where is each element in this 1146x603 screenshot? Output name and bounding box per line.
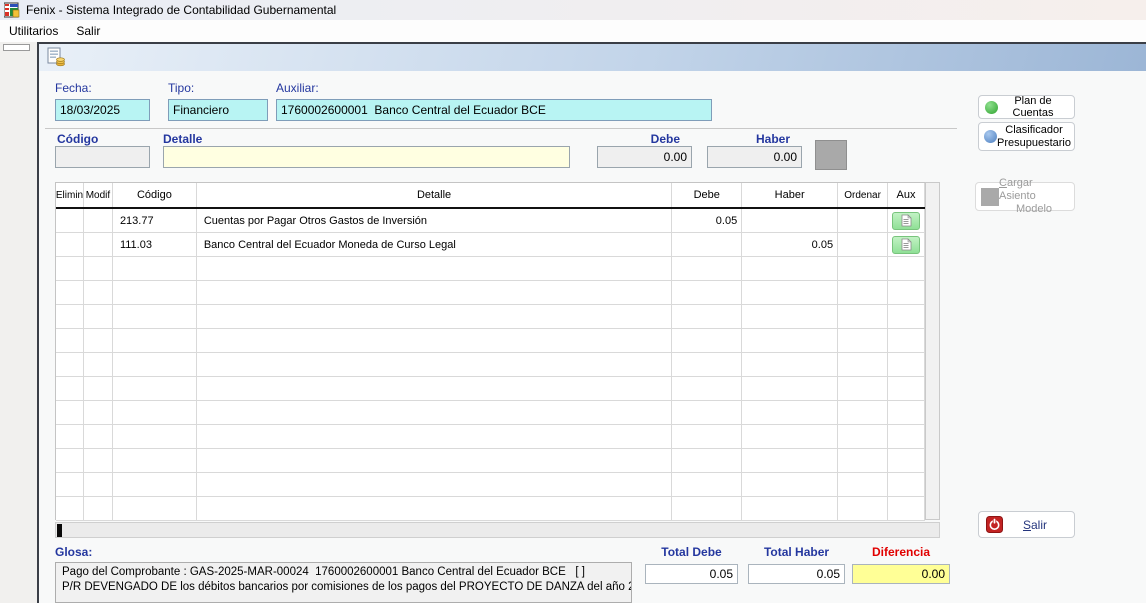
cell-debe: 0.05 bbox=[672, 209, 742, 232]
menu-salir[interactable]: Salir bbox=[67, 20, 109, 42]
haber-entry-label: Haber bbox=[707, 132, 790, 146]
glosa-line-2: P/R DEVENGADO DE los débitos bancarios p… bbox=[62, 580, 625, 595]
title-bar: Fenix - Sistema Integrado de Contabilida… bbox=[0, 0, 1146, 20]
header-debe: Debe bbox=[672, 183, 742, 207]
scrollbar-thumb[interactable] bbox=[57, 524, 62, 537]
glosa-label: Glosa: bbox=[55, 545, 92, 559]
table-row-empty bbox=[56, 425, 925, 449]
cell-aux bbox=[888, 209, 925, 232]
cell-ordenar[interactable] bbox=[838, 209, 888, 232]
codigo-entry-input[interactable] bbox=[55, 146, 150, 168]
left-panel-grip[interactable] bbox=[3, 44, 30, 51]
diferencia-field[interactable] bbox=[852, 564, 950, 584]
tipo-label: Tipo: bbox=[168, 81, 194, 95]
blue-sphere-icon bbox=[984, 130, 997, 143]
detalle-entry-label: Detalle bbox=[163, 132, 202, 146]
cell-codigo: 213.77 bbox=[113, 209, 197, 232]
table-row-empty bbox=[56, 281, 925, 305]
table-row-empty bbox=[56, 449, 925, 473]
menu-bar: Utilitarios Salir bbox=[0, 20, 1146, 42]
header-aux: Aux bbox=[888, 183, 925, 207]
header-ordenar: Ordenar bbox=[838, 183, 888, 207]
green-sphere-icon bbox=[985, 101, 998, 114]
detalle-entry-input[interactable] bbox=[163, 146, 570, 168]
fecha-input[interactable] bbox=[55, 99, 150, 121]
cell-codigo: 111.03 bbox=[113, 233, 197, 256]
plan-de-cuentas-label: Plan de Cuentas bbox=[998, 95, 1068, 119]
form-toolbar bbox=[39, 44, 1146, 71]
power-icon bbox=[986, 516, 1003, 533]
table-row-empty bbox=[56, 329, 925, 353]
entries-grid: Elimin Modif Código Detalle Debe Haber O… bbox=[55, 182, 925, 520]
auxiliar-input[interactable] bbox=[276, 99, 712, 121]
clasificador-presupuestario-button[interactable]: Clasificador Presupuestario bbox=[978, 122, 1075, 151]
aux-button[interactable] bbox=[892, 236, 920, 254]
total-debe-field[interactable] bbox=[645, 564, 738, 584]
haber-entry-input[interactable] bbox=[707, 146, 802, 168]
aux-button[interactable] bbox=[892, 212, 920, 230]
cell-debe bbox=[672, 233, 742, 256]
grid-horizontal-scrollbar[interactable] bbox=[55, 522, 940, 538]
menu-utilitarios[interactable]: Utilitarios bbox=[0, 20, 67, 42]
header-elimin: Elimin bbox=[56, 183, 84, 207]
cell-modif[interactable] bbox=[84, 233, 113, 256]
codigo-entry-label: Código bbox=[57, 132, 98, 146]
cell-haber bbox=[742, 209, 838, 232]
gray-square-icon bbox=[981, 188, 999, 206]
glosa-line-1: Pago del Comprobante : GAS-2025-MAR-0002… bbox=[62, 565, 625, 580]
window-title: Fenix - Sistema Integrado de Contabilida… bbox=[26, 3, 336, 17]
cell-aux bbox=[888, 233, 925, 256]
header-haber: Haber bbox=[742, 183, 838, 207]
form-separator bbox=[45, 128, 957, 129]
glosa-textarea[interactable]: Pago del Comprobante : GAS-2025-MAR-0002… bbox=[55, 562, 632, 603]
table-row-empty bbox=[56, 377, 925, 401]
auxiliar-label: Auxiliar: bbox=[276, 81, 319, 95]
salir-label: Salir bbox=[1003, 518, 1067, 532]
table-row-empty bbox=[56, 353, 925, 377]
table-row-empty bbox=[56, 401, 925, 425]
grid-vertical-scrollbar[interactable] bbox=[925, 182, 940, 520]
table-row[interactable]: 111.03 Banco Central del Ecuador Moneda … bbox=[56, 233, 925, 257]
voucher-form-window: Fecha: Tipo: Auxiliar: Código Detalle De… bbox=[37, 42, 1146, 603]
debe-entry-label: Debe bbox=[597, 132, 680, 146]
diferencia-label: Diferencia bbox=[852, 545, 950, 559]
cargar-asiento-label: Cargar Asiento Modelo bbox=[999, 177, 1069, 216]
table-row-empty bbox=[56, 257, 925, 281]
table-row-empty bbox=[56, 473, 925, 497]
cell-detalle: Banco Central del Ecuador Moneda de Curs… bbox=[197, 233, 672, 256]
debe-entry-input[interactable] bbox=[597, 146, 692, 168]
total-debe-label: Total Debe bbox=[645, 545, 738, 559]
header-modif: Modif bbox=[84, 183, 113, 207]
table-row-empty bbox=[56, 497, 925, 521]
plan-de-cuentas-button[interactable]: Plan de Cuentas bbox=[978, 95, 1075, 119]
cell-elimin[interactable] bbox=[56, 233, 84, 256]
total-haber-field[interactable] bbox=[748, 564, 845, 584]
header-detalle: Detalle bbox=[197, 183, 672, 207]
document-lines-icon bbox=[901, 238, 912, 251]
fecha-label: Fecha: bbox=[55, 81, 92, 95]
cell-elimin[interactable] bbox=[56, 209, 84, 232]
table-row[interactable]: 213.77 Cuentas por Pagar Otros Gastos de… bbox=[56, 209, 925, 233]
cell-detalle: Cuentas por Pagar Otros Gastos de Invers… bbox=[197, 209, 672, 232]
tipo-input[interactable] bbox=[168, 99, 268, 121]
salir-button[interactable]: Salir bbox=[978, 511, 1075, 538]
app-window-icon bbox=[4, 2, 20, 18]
cell-ordenar[interactable] bbox=[838, 233, 888, 256]
entry-action-button[interactable] bbox=[815, 140, 847, 170]
voucher-document-coins-icon[interactable] bbox=[46, 47, 66, 67]
clasificador-label: Clasificador Presupuestario bbox=[997, 124, 1071, 150]
cell-modif[interactable] bbox=[84, 209, 113, 232]
left-panel-strip bbox=[0, 42, 34, 603]
document-lines-icon bbox=[901, 214, 912, 227]
grid-header-row: Elimin Modif Código Detalle Debe Haber O… bbox=[56, 183, 925, 209]
header-codigo: Código bbox=[113, 183, 197, 207]
cargar-asiento-modelo-button[interactable]: Cargar Asiento Modelo bbox=[975, 182, 1075, 211]
cell-haber: 0.05 bbox=[742, 233, 838, 256]
table-row-empty bbox=[56, 305, 925, 329]
total-haber-label: Total Haber bbox=[748, 545, 845, 559]
